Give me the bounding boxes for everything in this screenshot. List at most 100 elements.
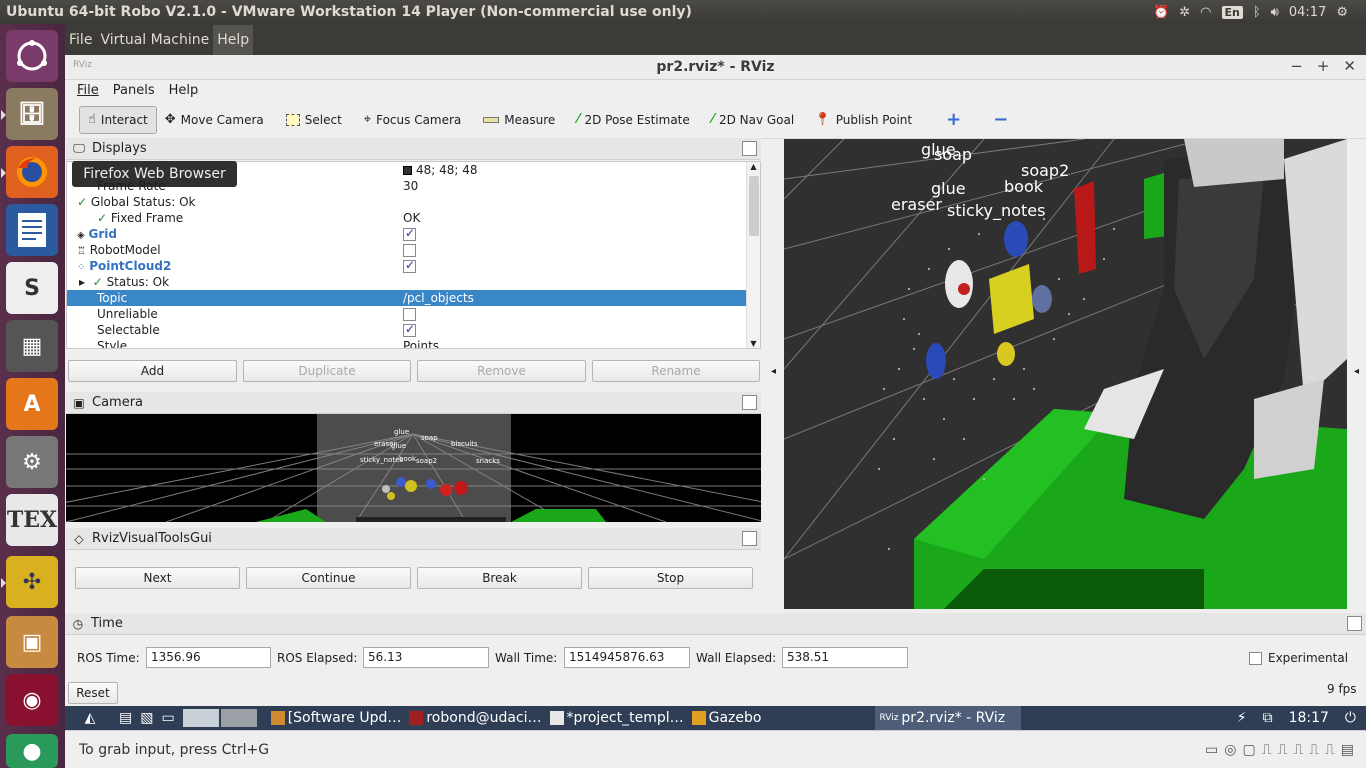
tree-row-fixed-frame[interactable]: ✓ Fixed Frame OK	[67, 210, 747, 226]
task-gazebo[interactable]: Gazebo	[688, 710, 766, 726]
rename-display-button[interactable]: Rename	[592, 360, 760, 382]
software-center-icon[interactable]: A	[6, 378, 58, 430]
ros-elapsed-field[interactable]: 56.13	[363, 647, 489, 668]
menu-panels[interactable]: Panels	[113, 83, 155, 98]
vm-menu-virtual-machine[interactable]: Virtual Machine	[96, 32, 213, 48]
camera-float-checkbox[interactable]	[742, 395, 757, 410]
tool-2d-pose-estimate[interactable]: ⁄ 2D Pose Estimate	[569, 106, 697, 134]
system-settings-icon[interactable]: ⚙	[6, 436, 58, 488]
tool-interact[interactable]: ☝ Interact	[79, 105, 157, 134]
menu-file[interactable]: File	[77, 83, 99, 98]
remove-tool-button[interactable]: −	[985, 106, 1016, 134]
calculator-icon[interactable]: ▦	[6, 320, 58, 372]
tool-measure[interactable]: Measure	[475, 106, 563, 134]
taskbar-power-button-icon[interactable]: ⏻	[1337, 710, 1366, 726]
network-status-icon[interactable]: ⧉	[1255, 710, 1281, 726]
alarm-clock-icon[interactable]: ⏰	[1153, 5, 1169, 20]
tree-row-unreliable[interactable]: Unreliable	[67, 306, 747, 322]
hard-disk-icon[interactable]: ▭	[1205, 742, 1218, 758]
selectable-checkbox[interactable]	[403, 322, 416, 337]
tool-select[interactable]: Select	[278, 106, 350, 134]
rviz-3d-view[interactable]: glue soap soap2 book glue eraser sticky_…	[784, 139, 1347, 609]
ubuntu-dash-icon[interactable]	[6, 30, 58, 82]
clock[interactable]: 04:17	[1289, 5, 1326, 20]
displays-float-checkbox[interactable]	[742, 141, 757, 156]
task-software-updater[interactable]: [Software Upd…	[267, 710, 406, 726]
add-tool-button[interactable]: +	[938, 106, 969, 134]
ros-time-field[interactable]: 1356.96	[146, 647, 271, 668]
usb-device-1-icon[interactable]: ⎍	[1262, 742, 1272, 758]
tool-move-camera[interactable]: ✥ Move Camera	[157, 106, 272, 134]
keyboard-layout-indicator[interactable]: En	[1221, 5, 1243, 19]
pointcloud-enabled-checkbox[interactable]	[403, 258, 416, 273]
firefox-icon[interactable]	[1, 146, 58, 198]
usb-device-4-icon[interactable]: ⎍	[1309, 742, 1319, 758]
wall-elapsed-field[interactable]: 538.51	[782, 647, 908, 668]
tree-row-status[interactable]: ▸ ✓ Status: Ok	[67, 274, 747, 290]
remove-display-button[interactable]: Remove	[417, 360, 586, 382]
maximize-icon[interactable]: +	[1317, 57, 1330, 75]
vm-menu-file[interactable]: File	[65, 32, 96, 48]
tree-row-robot-model[interactable]: ♖ RobotModel	[67, 242, 747, 258]
wifi-icon[interactable]: ◠	[1200, 5, 1211, 20]
settings-gear-icon[interactable]: ✲	[1179, 5, 1190, 20]
visual-tools-float-checkbox[interactable]	[742, 531, 757, 546]
minimize-icon[interactable]: −	[1290, 57, 1303, 75]
tree-row-pointcloud2[interactable]: ⁘ PointCloud2	[67, 258, 747, 274]
floppy-icon[interactable]: ▢	[1242, 742, 1255, 758]
scroll-down-icon[interactable]: ▼	[747, 339, 760, 348]
continue-button[interactable]: Continue	[246, 567, 411, 589]
usb-device-2-icon[interactable]: ⎍	[1278, 742, 1288, 758]
camera-view[interactable]: glue eraser glue soap biscuits sticky_no…	[66, 414, 761, 522]
volume-icon[interactable]: 🔊︎	[1271, 5, 1279, 20]
files-launcher-icon[interactable]: ▤	[115, 710, 136, 726]
desktop-preview-2[interactable]	[220, 709, 257, 727]
power-gear-icon[interactable]: ⚙	[1336, 5, 1348, 20]
wall-time-field[interactable]: 1514945876.63	[564, 647, 690, 668]
tree-row-topic[interactable]: Topic /pcl_objects	[67, 290, 747, 306]
tree-row-selectable[interactable]: Selectable	[67, 322, 747, 338]
add-display-button[interactable]: Add	[68, 360, 237, 382]
experimental-checkbox[interactable]	[1249, 652, 1262, 665]
extra-app-icon[interactable]: ●	[6, 734, 58, 768]
tool-focus-camera[interactable]: ⌖ Focus Camera	[356, 106, 470, 134]
window-launcher-icon[interactable]: ▭	[157, 710, 178, 726]
network-launcher-icon[interactable]: ▧	[136, 710, 157, 726]
task-rviz[interactable]: RViz pr2.rviz* - RViz	[875, 706, 1022, 730]
image-viewer-icon[interactable]: ▣	[6, 616, 58, 668]
scroll-thumb[interactable]	[749, 176, 759, 236]
menu-help[interactable]: Help	[169, 83, 199, 98]
slack-icon[interactable]: S	[6, 262, 58, 314]
texmaker-icon[interactable]: TEX	[6, 494, 58, 546]
close-icon[interactable]: ✕	[1343, 57, 1356, 75]
writer-document-icon[interactable]	[6, 204, 58, 256]
collapse-right-dock-icon[interactable]: ◂	[1354, 366, 1359, 377]
tree-row-grid[interactable]: ◈ Grid	[67, 226, 747, 242]
taskbar-clock[interactable]: 18:17	[1281, 710, 1337, 726]
task-project-template[interactable]: *project_templ…	[546, 710, 688, 726]
displays-scrollbar[interactable]: ▲ ▼	[746, 162, 760, 348]
usb-device-3-icon[interactable]: ⎍	[1293, 742, 1303, 758]
usb-device-5-icon[interactable]: ⎍	[1325, 742, 1335, 758]
grid-enabled-checkbox[interactable]	[403, 226, 416, 241]
tool-publish-point[interactable]: 📍︎ Publish Point	[806, 106, 920, 134]
unreliable-checkbox[interactable]	[403, 308, 416, 321]
files-icon[interactable]: 🗄	[1, 88, 58, 140]
tree-row-style[interactable]: Style Points	[67, 338, 747, 348]
puzzle-app-icon[interactable]: ✣	[1, 556, 58, 608]
cdrom-icon[interactable]: ◎	[1224, 742, 1236, 758]
tree-row-global-status[interactable]: ✓ Global Status: Ok	[67, 194, 747, 210]
power-icon[interactable]: ⚡	[1229, 710, 1255, 726]
stop-button[interactable]: Stop	[588, 567, 753, 589]
tool-2d-nav-goal[interactable]: ⁄ 2D Nav Goal	[704, 106, 802, 134]
duplicate-display-button[interactable]: Duplicate	[243, 360, 411, 382]
reset-button[interactable]: Reset	[68, 682, 118, 704]
vm-menu-help[interactable]: Help	[213, 24, 254, 55]
robot-model-enabled-checkbox[interactable]	[403, 244, 416, 257]
ruby-app-icon[interactable]: ◉	[6, 674, 58, 726]
break-button[interactable]: Break	[417, 567, 582, 589]
bluetooth-icon[interactable]: ᛒ	[1253, 5, 1261, 20]
desktop-preview-1[interactable]	[182, 709, 219, 727]
start-menu-icon[interactable]: ◭	[65, 710, 115, 726]
scroll-up-icon[interactable]: ▲	[747, 162, 760, 171]
